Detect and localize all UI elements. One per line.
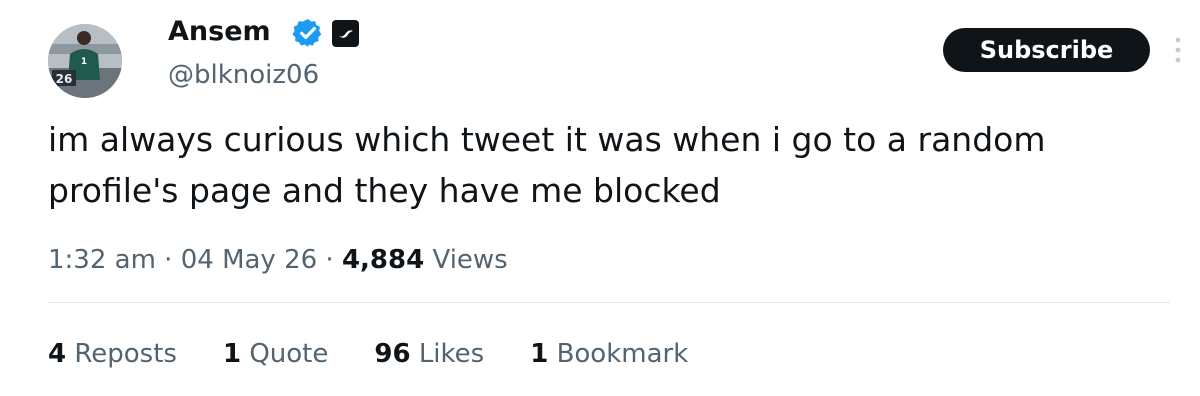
engagement-stats: 4 Reposts 1 Quote 96 Likes 1 Bookmark [48, 334, 688, 374]
reposts-label: Reposts [74, 339, 177, 369]
quotes-count: 1 [222, 339, 242, 369]
affiliate-logo-icon [338, 30, 353, 38]
bookmarks-count: 1 [530, 339, 549, 369]
avatar-jersey-number: 26 [56, 72, 73, 86]
quotes-label: Quote [249, 339, 329, 369]
tweet-date[interactable]: 04 May 26 [181, 245, 317, 275]
meta-separator: · [155, 245, 181, 275]
likes-count: 96 [374, 339, 411, 369]
views-count: 4,884 [341, 245, 425, 275]
more-vertical-icon[interactable] [1172, 32, 1184, 68]
meta-separator-2: · [317, 245, 342, 275]
likes-stat[interactable]: 96 Likes [374, 334, 484, 374]
tweet-text: im always curious which tweet it was whe… [48, 120, 1046, 210]
svg-text:1: 1 [81, 57, 87, 67]
tweet-meta: 1:32 am · 04 May 26 · 4,884 Views [48, 240, 508, 280]
divider [48, 302, 1170, 303]
bookmarks-label: Bookmark [556, 339, 689, 369]
likes-label: Likes [418, 339, 485, 369]
affiliate-badge-icon[interactable] [332, 20, 359, 47]
bookmarks-stat[interactable]: 1 Bookmark [530, 334, 688, 374]
avatar[interactable]: 1 26 [48, 24, 122, 98]
user-handle[interactable]: @blknoiz06 [168, 58, 319, 92]
tweet-time[interactable]: 1:32 am [48, 245, 156, 275]
reposts-stat[interactable]: 4 Reposts [48, 334, 177, 374]
views-label: Views [432, 245, 508, 275]
verified-check-icon [292, 19, 322, 47]
avatar-photo: 1 26 [48, 24, 122, 98]
reposts-count: 4 [48, 339, 67, 369]
subscribe-button[interactable]: Subscribe [943, 28, 1150, 72]
display-name[interactable]: Ansem [168, 14, 271, 50]
quotes-stat[interactable]: 1 Quote [223, 334, 328, 374]
